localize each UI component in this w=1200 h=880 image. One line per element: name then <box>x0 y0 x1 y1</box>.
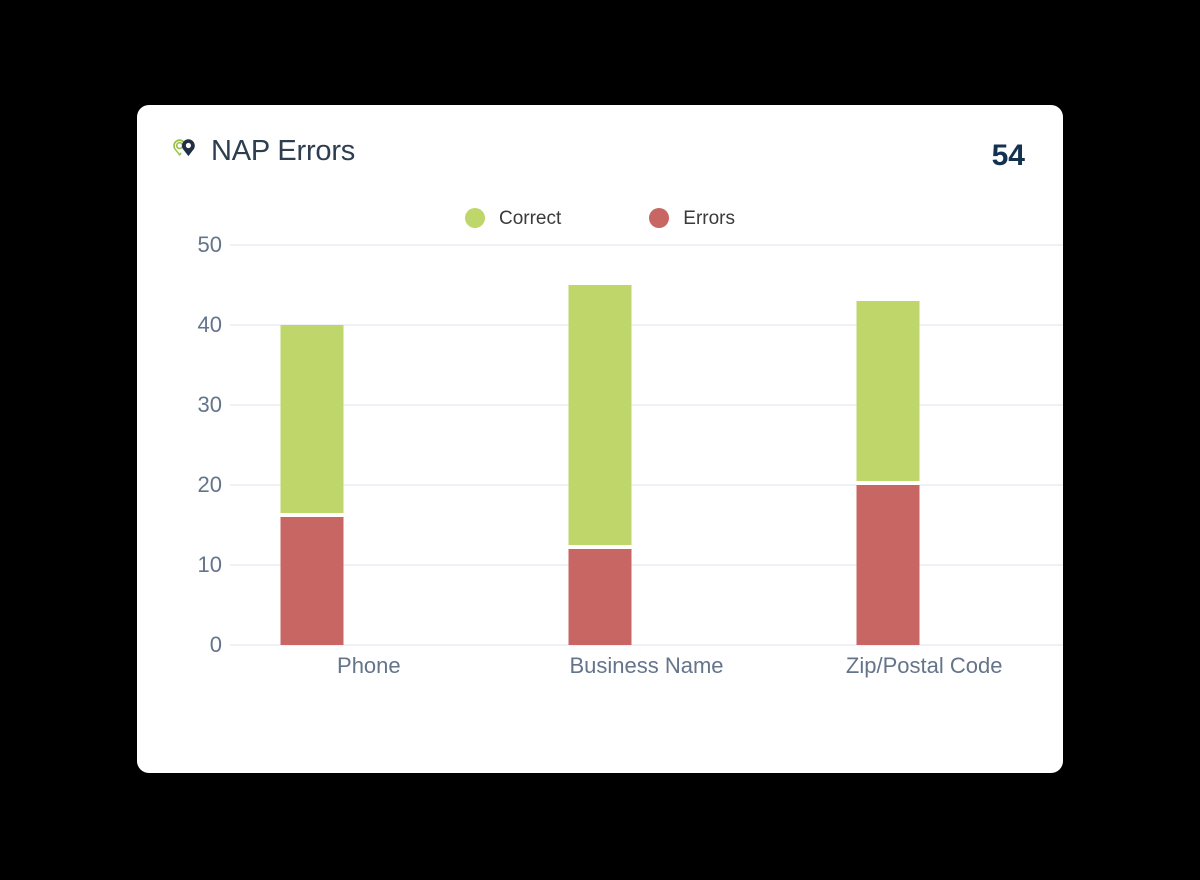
legend-swatch-errors <box>649 208 670 228</box>
bar-stack[interactable] <box>568 285 632 645</box>
legend-label-errors: Errors <box>683 207 736 229</box>
chart-legend: Correct Errors <box>137 208 1063 228</box>
bar-segment-correct[interactable] <box>280 325 344 513</box>
x-axis: Phone Business Name Zip/Postal Code <box>230 653 1063 679</box>
card-header: NAP Errors 54 <box>137 105 1063 183</box>
bar-segment-correct[interactable] <box>856 301 920 481</box>
page-title: NAP Errors <box>211 134 356 167</box>
bar-series <box>168 245 1032 645</box>
bar-column <box>456 245 744 645</box>
title-group: NAP Errors <box>168 135 355 167</box>
bar-segment-errors[interactable] <box>856 485 920 645</box>
bar-segment-errors[interactable] <box>280 517 344 645</box>
total-value: 54 <box>991 139 1025 172</box>
bar-segment-correct[interactable] <box>568 285 632 545</box>
legend-item-correct[interactable]: Correct <box>464 207 562 229</box>
bar-stack[interactable] <box>856 301 920 645</box>
bar-column <box>744 245 1032 645</box>
map-pin-duo-icon <box>168 135 200 167</box>
bar-column <box>168 245 456 645</box>
legend-item-errors[interactable]: Errors <box>649 208 735 228</box>
x-tick-label: Zip/Postal Code <box>845 653 1003 678</box>
bar-stack[interactable] <box>280 325 344 645</box>
bar-segment-errors[interactable] <box>568 549 632 645</box>
stacked-bar-chart: 50 40 30 20 10 0 Phone Business Name Zip/Postal… <box>168 232 1063 705</box>
x-tick-label: Business Name <box>569 653 724 678</box>
nap-errors-card: NAP Errors 54 Correct Errors 50 40 30 20 10 0… <box>137 105 1063 773</box>
x-tick-label: Phone <box>337 653 401 678</box>
legend-label-correct: Correct <box>498 207 562 229</box>
legend-swatch-correct <box>464 208 485 228</box>
